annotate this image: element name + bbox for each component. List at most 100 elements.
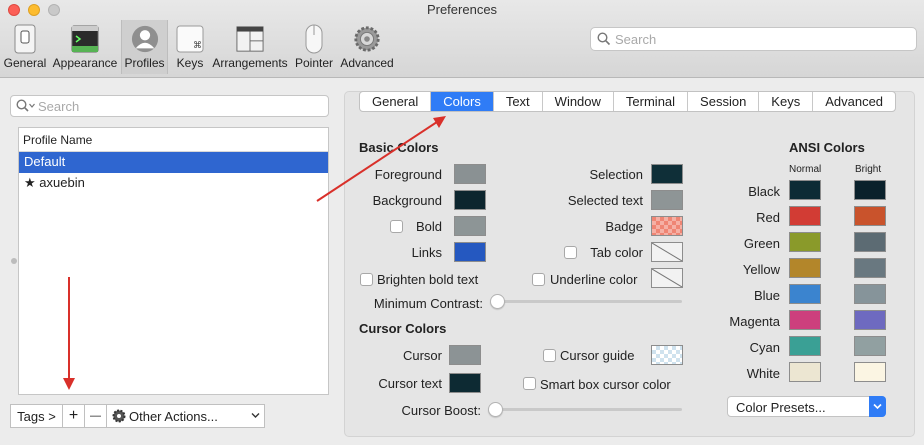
bold-checkbox[interactable] — [390, 220, 403, 233]
toolbar-search-input[interactable]: Search — [590, 27, 917, 51]
ansi-red-normal-well[interactable] — [789, 206, 821, 226]
no-color-slash-icon — [652, 269, 682, 287]
profile-row-label: axuebin — [39, 175, 85, 190]
foreground-label: Foreground — [374, 167, 442, 182]
profile-row-label: Default — [24, 154, 66, 169]
ansi-white-normal-well[interactable] — [789, 362, 821, 382]
links-color-well[interactable] — [454, 242, 486, 262]
underline-color-label: Underline color — [550, 272, 638, 287]
toolbar-profiles-label: Profiles — [124, 56, 165, 70]
profile-row-default[interactable]: Default — [19, 152, 328, 173]
bold-color-well[interactable] — [454, 216, 486, 236]
tab-colors[interactable]: Colors — [431, 92, 494, 111]
toolbar-pointer-label: Pointer — [294, 56, 334, 70]
window-toolbar: Preferences General Appearance Profiles … — [0, 0, 924, 78]
ansi-black-bright-well[interactable] — [854, 180, 886, 200]
tab-session[interactable]: Session — [688, 92, 760, 111]
selection-color-well[interactable] — [651, 164, 683, 184]
search-icon — [597, 32, 611, 46]
smart-box-cursor-checkbox[interactable] — [523, 377, 536, 390]
gear-icon — [353, 24, 381, 54]
cursor-guide-color-well[interactable] — [651, 345, 683, 365]
ansi-black-normal-well[interactable] — [789, 180, 821, 200]
badge-color-well[interactable] — [651, 216, 683, 236]
svg-text:⌘: ⌘ — [193, 41, 202, 51]
color-presets-label: Color Presets... — [736, 400, 826, 415]
tab-advanced[interactable]: Advanced — [813, 92, 895, 111]
badge-label: Badge — [605, 219, 643, 234]
tab-keys[interactable]: Keys — [759, 92, 814, 111]
tab-terminal[interactable]: Terminal — [614, 92, 689, 111]
switch-icon — [11, 24, 39, 54]
toolbar-arrangements[interactable]: Arrangements — [211, 20, 289, 74]
toolbar-keys[interactable]: ⌘ Keys — [172, 20, 208, 74]
window-title: Preferences — [426, 2, 498, 17]
cursor-guide-checkbox[interactable] — [543, 349, 556, 362]
cursor-boost-slider-knob[interactable] — [488, 402, 503, 417]
toolbar-profiles[interactable]: Profiles — [121, 20, 168, 74]
tab-color-well[interactable] — [651, 242, 683, 262]
toolbar-appearance[interactable]: Appearance — [52, 20, 118, 74]
search-filter-icon — [16, 99, 35, 112]
ansi-magenta-normal-well[interactable] — [789, 310, 821, 330]
window-layout-icon — [236, 24, 264, 54]
cursor-guide-label: Cursor guide — [560, 348, 635, 363]
ansi-cyan-label: Cyan — [749, 340, 780, 355]
tab-color-checkbox[interactable] — [564, 246, 577, 259]
color-presets-dropdown[interactable]: Color Presets... — [727, 396, 886, 417]
ansi-green-normal-well[interactable] — [789, 232, 821, 252]
toolbar-pointer[interactable]: Pointer — [292, 20, 336, 74]
underline-color-well[interactable] — [651, 268, 683, 288]
minimum-contrast-slider[interactable] — [491, 300, 682, 303]
cursor-color-well[interactable] — [449, 345, 481, 365]
brighten-bold-checkbox[interactable] — [360, 273, 373, 286]
profile-name-column-header[interactable]: Profile Name — [19, 128, 328, 152]
ansi-black-label: Black — [748, 184, 780, 199]
chevron-down-icon — [873, 403, 882, 410]
minimum-contrast-slider-knob[interactable] — [490, 294, 505, 309]
foreground-color-well[interactable] — [454, 164, 486, 184]
other-actions-label: Other Actions... — [129, 408, 218, 424]
toolbar-advanced[interactable]: Advanced — [339, 20, 395, 74]
chevron-down-icon — [251, 413, 260, 418]
toolbar-advanced-label: Advanced — [340, 56, 394, 70]
cursor-colors-heading: Cursor Colors — [359, 321, 447, 336]
remove-profile-button[interactable]: — — [85, 405, 107, 427]
cursor-boost-slider[interactable] — [489, 408, 682, 411]
ansi-red-bright-well[interactable] — [854, 206, 886, 226]
profile-search-input[interactable]: Search — [10, 95, 329, 117]
ansi-yellow-normal-well[interactable] — [789, 258, 821, 278]
ansi-yellow-bright-well[interactable] — [854, 258, 886, 278]
background-label: Background — [372, 193, 442, 208]
split-view-handle[interactable] — [11, 258, 17, 264]
tab-text[interactable]: Text — [494, 92, 543, 111]
background-color-well[interactable] — [454, 190, 486, 210]
profile-actions-bar: Tags > + — Other Actions... — [10, 404, 265, 428]
underline-color-checkbox[interactable] — [532, 273, 545, 286]
ansi-magenta-label: Magenta — [729, 314, 780, 329]
brighten-bold-label: Brighten bold text — [377, 272, 479, 287]
ansi-cyan-bright-well[interactable] — [854, 336, 886, 356]
tab-window[interactable]: Window — [543, 92, 614, 111]
cursor-label: Cursor — [402, 348, 442, 363]
ansi-blue-normal-well[interactable] — [789, 284, 821, 304]
tags-button[interactable]: Tags > — [11, 405, 63, 427]
ansi-blue-bright-well[interactable] — [854, 284, 886, 304]
profile-list[interactable]: Profile Name Default ★ axuebin — [18, 127, 329, 395]
other-actions-dropdown[interactable]: Other Actions... — [107, 405, 264, 427]
selected-text-color-well[interactable] — [651, 190, 683, 210]
cursor-text-color-well[interactable] — [449, 373, 481, 393]
ansi-cyan-normal-well[interactable] — [789, 336, 821, 356]
ansi-white-bright-well[interactable] — [854, 362, 886, 382]
ansi-green-bright-well[interactable] — [854, 232, 886, 252]
selection-label: Selection — [589, 167, 643, 182]
add-profile-button[interactable]: + — [63, 405, 85, 427]
bold-label: Bold — [415, 219, 442, 234]
toolbar-appearance-label: Appearance — [52, 56, 118, 70]
command-key-icon: ⌘ — [176, 24, 204, 54]
tab-general[interactable]: General — [360, 92, 432, 111]
profile-row-axuebin[interactable]: ★ axuebin — [19, 173, 328, 194]
mouse-icon — [300, 24, 328, 54]
toolbar-general[interactable]: General — [2, 20, 48, 74]
ansi-magenta-bright-well[interactable] — [854, 310, 886, 330]
